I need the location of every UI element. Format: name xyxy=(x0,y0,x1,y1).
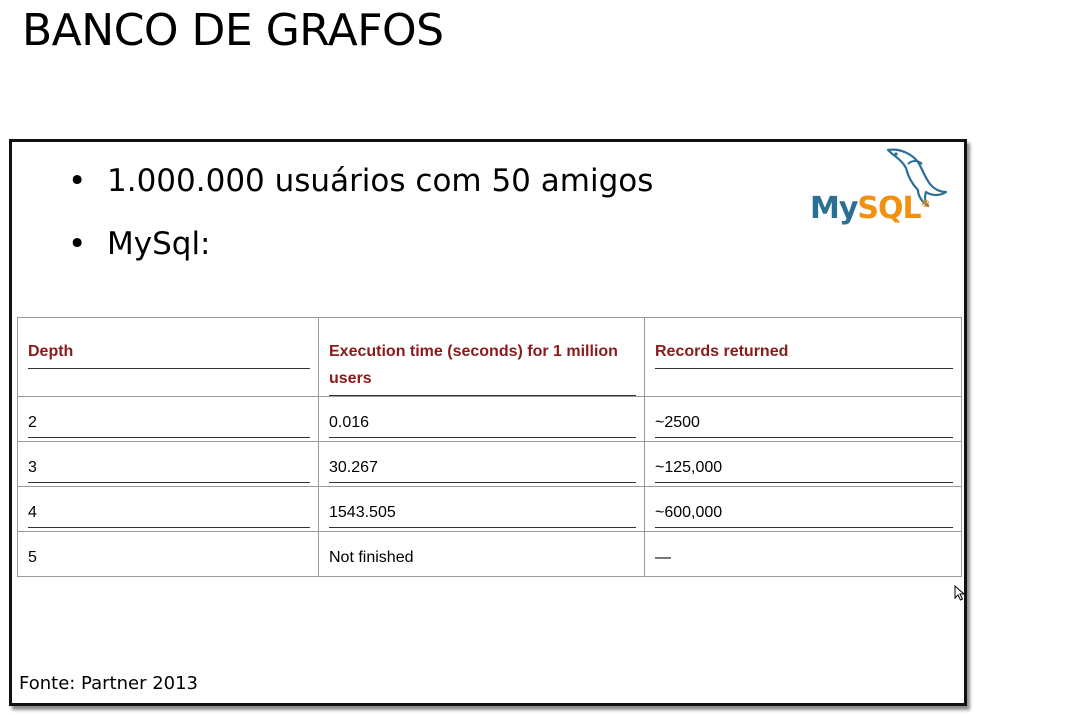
table-cell: 1543.505 xyxy=(318,486,645,532)
table-cell: Not finished xyxy=(318,531,645,577)
bullet-item: • 1.000.000 usuários com 50 amigos xyxy=(12,162,653,200)
bullet-item: • MySql: xyxy=(12,225,653,263)
column-header-depth: Depth xyxy=(17,317,319,397)
table-cell: 5 xyxy=(17,531,319,577)
bullet-dot: • xyxy=(68,226,87,262)
table-cell: ~2500 xyxy=(644,396,962,442)
slide-title: BANCO DE GRAFOS xyxy=(22,5,444,56)
column-header-records-returned: Records returned xyxy=(644,317,962,397)
table-cell: 30.267 xyxy=(318,441,645,487)
mysql-logo: MySQL® xyxy=(810,148,955,226)
bullet-text: MySql: xyxy=(107,226,211,262)
table-row: 3 30.267 ~125,000 xyxy=(17,441,962,487)
slide-image-frame: • 1.000.000 usuários com 50 amigos • MySql… xyxy=(9,139,967,706)
table-row: 5 Not finished — xyxy=(17,531,962,577)
bullet-list: • 1.000.000 usuários com 50 amigos • MySql… xyxy=(12,162,653,288)
table-row: 4 1543.505 ~600,000 xyxy=(17,486,962,532)
table-cell: 2 xyxy=(17,396,319,442)
table-header-row: Depth Execution time (seconds) for 1 mil… xyxy=(17,317,962,397)
table-row: 2 0.016 ~2500 xyxy=(17,396,962,442)
table-cell: ~125,000 xyxy=(644,441,962,487)
column-header-execution-time: Execution time (seconds) for 1 million u… xyxy=(318,317,645,397)
table-cell: 0.016 xyxy=(318,396,645,442)
bullet-dot: • xyxy=(68,163,87,199)
mysql-logo-text: MySQL® xyxy=(810,191,931,226)
table-cell: ~600,000 xyxy=(644,486,962,532)
table-cell: 3 xyxy=(17,441,319,487)
mouse-cursor-icon xyxy=(954,585,966,601)
bullet-text: 1.000.000 usuários com 50 amigos xyxy=(107,163,654,199)
table-cell: 4 xyxy=(17,486,319,532)
mysql-results-table: Depth Execution time (seconds) for 1 mil… xyxy=(17,317,962,577)
source-citation: Fonte: Partner 2013 xyxy=(19,673,198,694)
table-cell: — xyxy=(644,531,962,577)
